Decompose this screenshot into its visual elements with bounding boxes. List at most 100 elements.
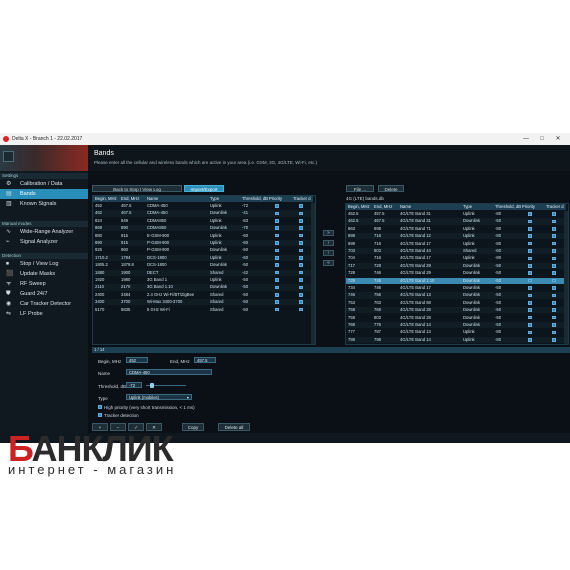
table-row[interactable]: 663 698 4G/LTE Band 71 Uplink -80 (346, 226, 566, 232)
table-row[interactable]: 1920 1980 3G Band 1 Uplink -50 (93, 277, 313, 283)
priority-checkbox[interactable] (275, 270, 279, 275)
table-row[interactable]: 717 728 4G/LTE Band 29 Downlink -50 (346, 262, 566, 269)
priority-checkbox[interactable] (528, 293, 532, 298)
priority-checkbox[interactable] (528, 338, 532, 342)
priority-checkbox[interactable] (275, 285, 279, 290)
tracker-checkbox[interactable] (299, 248, 303, 253)
table-row[interactable]: 452 457.5 CDMA-450 Uplink -72 (93, 203, 313, 209)
tracker-checkbox[interactable] (299, 307, 303, 312)
column-header[interactable]: Type (209, 196, 241, 202)
maximize-button[interactable]: □ (536, 133, 548, 145)
table-row[interactable]: 880 915 E-GSM-900 Uplink -60 (93, 233, 313, 239)
tracker-checkbox[interactable] (299, 226, 303, 231)
table-row[interactable]: 753 763 4G/LTE Band 68 Downlink -50 (346, 300, 566, 306)
tracker-checkbox[interactable] (552, 241, 556, 246)
table-row[interactable]: 1805.2 1879.8 DCS-1800 Downlink -50 (93, 262, 313, 268)
move-right-single-arrow-icon[interactable]: › (323, 240, 334, 246)
tracker-checkbox[interactable] (552, 219, 556, 224)
move-right-arrow-icon[interactable]: » (323, 230, 334, 236)
priority-checkbox[interactable] (275, 219, 279, 223)
column-header[interactable]: Begin, MHz (347, 204, 373, 210)
column-header[interactable]: Begin, MHz (94, 196, 120, 202)
minimize-button[interactable]: — (520, 133, 532, 145)
tracker-checkbox[interactable] (552, 338, 556, 342)
priority-checkbox[interactable] (528, 234, 532, 239)
priority-checkbox[interactable] (275, 241, 279, 245)
priority-checkbox[interactable] (275, 278, 279, 282)
column-header[interactable]: Type (462, 204, 494, 210)
file-button[interactable]: File ... (346, 185, 374, 192)
move-left-single-arrow-icon[interactable]: ‹ (323, 250, 334, 256)
tracker-checkbox[interactable] (299, 204, 303, 208)
priority-checkbox[interactable] (528, 264, 532, 268)
priority-checkbox[interactable] (275, 204, 279, 208)
sidebar-item-car-tracker[interactable]: ◉ Car Tracker Detector (0, 299, 88, 309)
priority-checkbox[interactable] (275, 300, 279, 305)
table-row[interactable]: 925 960 P-GSM-900 Downlink -50 (93, 247, 313, 253)
table-row[interactable]: 824 849 CDMA850 Uplink -83 (93, 218, 313, 224)
tracker-checkbox[interactable] (552, 308, 556, 313)
column-header[interactable]: Threshold, dBm (241, 196, 268, 202)
priority-checkbox[interactable] (528, 241, 532, 246)
table-row[interactable]: 1710.2 1784 DCS-1800 Uplink -60 (93, 254, 313, 261)
table-row[interactable]: 758 768 4G/LTE Band 28 Downlink -50 (346, 307, 566, 314)
priority-checkbox[interactable] (275, 233, 279, 238)
tracker-checkbox[interactable] (552, 286, 556, 290)
column-header[interactable]: Tracker d (545, 204, 568, 210)
priority-checkbox[interactable] (528, 315, 532, 320)
priority-checkbox[interactable] (275, 211, 279, 216)
copy-button[interactable]: Copy (182, 423, 204, 431)
table-row[interactable]: 5170 5835 5 GHz Wi-Fi Shared -50 (93, 307, 313, 313)
table-row[interactable]: 699 716 4G/LTE Band 17 Uplink -80 (346, 241, 566, 247)
table-row[interactable]: 2110 2170 3G Band 1.10 Downlink -50 (93, 284, 313, 291)
priority-checkbox[interactable] (528, 278, 532, 283)
table-row[interactable]: 703 803 4G/LTE Band 44 Shared -60 (346, 248, 566, 255)
table-row[interactable]: 746 756 4G/LTE Band 13 Downlink -50 (346, 292, 566, 299)
column-header[interactable]: Priority (521, 204, 545, 210)
tracker-checkbox[interactable] (299, 285, 303, 290)
priority-checkbox[interactable] (528, 323, 532, 327)
table-row[interactable]: 3400 3700 Wi-Max 3400-3700 Shared -50 (93, 299, 313, 306)
priority-checkbox[interactable] (528, 286, 532, 290)
name-input[interactable]: CDMA-450 (126, 369, 212, 375)
priority-checkbox[interactable] (275, 263, 279, 268)
move-left-arrow-icon[interactable]: « (323, 260, 334, 266)
table-row[interactable]: 869 890 CDMA850 Downlink -70 (93, 225, 313, 232)
tracker-checkbox[interactable] (299, 263, 303, 268)
sidebar-item-bands[interactable]: ▤ Bands (0, 189, 88, 199)
table-row[interactable]: 452.5 457.5 4G/LTE Band 31 Uplink -80 (346, 211, 566, 217)
table-scrollbar[interactable] (311, 203, 315, 344)
sidebar-item-calibration[interactable]: ⚙ Calibration / Data (0, 179, 88, 189)
column-header[interactable]: End, MHz (373, 204, 399, 210)
column-header[interactable]: Name (399, 204, 462, 210)
tracker-checkbox[interactable] (299, 256, 303, 260)
tracker-checkbox[interactable] (552, 249, 556, 253)
priority-checkbox[interactable] (528, 256, 532, 261)
tracker-checkbox[interactable] (299, 219, 303, 223)
table-scrollbar[interactable] (564, 211, 568, 344)
priority-checkbox[interactable] (275, 248, 279, 253)
table-row[interactable]: 462 467.5 CDMA-450 Downlink -41 (93, 210, 313, 217)
tracker-checkbox[interactable] (552, 234, 556, 239)
table-row[interactable]: 1880 1900 DECT Shared -42 (93, 269, 313, 276)
high-priority-checkbox[interactable] (98, 405, 102, 409)
column-header[interactable]: End, MHz (120, 196, 146, 202)
table-row[interactable]: 2400 2484 2.4 GHz Wi-Fi/BT/ZigBee Shared -50 (93, 292, 313, 298)
priority-checkbox[interactable] (528, 330, 532, 335)
sidebar-item-rf-sweep[interactable]: ᯤ RF Sweep (0, 279, 88, 289)
end-input[interactable]: 457.5 (194, 357, 216, 363)
begin-input[interactable]: 452 (126, 357, 148, 363)
table-row[interactable]: 788 798 4G/LTE Band 14 Uplink -80 (346, 336, 566, 343)
tracker-checkbox[interactable] (552, 212, 556, 216)
priority-checkbox[interactable] (528, 219, 532, 224)
sidebar-item-known-signals[interactable]: ▥ Known Signals (0, 199, 88, 209)
priority-checkbox[interactable] (275, 293, 279, 297)
close-button[interactable]: ✕ (552, 133, 564, 145)
tracker-checkbox[interactable] (552, 301, 556, 305)
table-row[interactable]: 734 746 4G/LTE Band 17 Downlink -50 (346, 285, 566, 291)
priority-checkbox[interactable] (275, 226, 279, 231)
tracker-checkbox[interactable] (98, 413, 102, 417)
tracker-checkbox[interactable] (552, 330, 556, 335)
tracker-checkbox[interactable] (552, 271, 556, 276)
priority-checkbox[interactable] (528, 301, 532, 305)
